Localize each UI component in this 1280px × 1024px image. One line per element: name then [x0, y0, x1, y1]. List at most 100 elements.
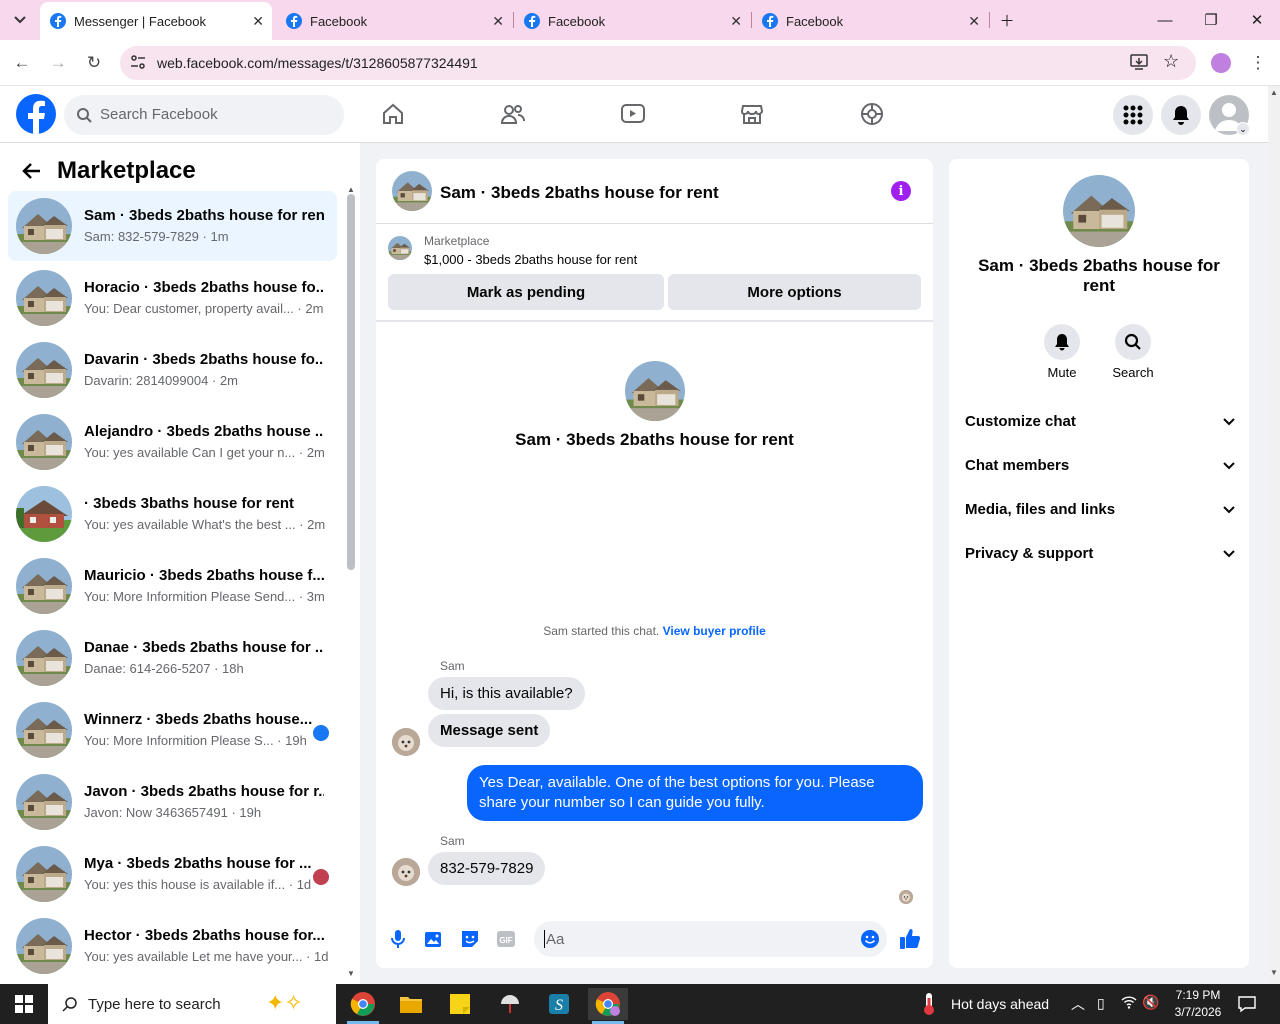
- notifications-bell-icon[interactable]: [1161, 95, 1201, 135]
- facebook-logo[interactable]: [16, 94, 56, 134]
- gif-icon[interactable]: GIF: [494, 927, 518, 951]
- message-bubble-outgoing[interactable]: Yes Dear, available. One of the best opt…: [467, 765, 923, 821]
- conversation-row[interactable]: · 3beds 3baths house for rent You: yes av…: [8, 479, 337, 549]
- close-tab-icon[interactable]: ✕: [492, 13, 504, 30]
- conversation-row[interactable]: Sam · 3beds 2baths house for rent Sam: 83…: [8, 191, 337, 261]
- notification-center-icon[interactable]: [1238, 995, 1256, 1018]
- conversation-row[interactable]: Winnerz · 3beds 2baths house... You: More…: [8, 695, 337, 765]
- page-scrollbar[interactable]: ▲ ▼: [1268, 86, 1280, 984]
- listing-thumbnail[interactable]: [388, 236, 412, 260]
- scroll-up-icon[interactable]: ▲: [1270, 88, 1278, 97]
- app-icon-shell[interactable]: [490, 988, 530, 1020]
- chat-title[interactable]: Sam · 3beds 2baths house for rent: [440, 183, 719, 203]
- site-info-icon[interactable]: [130, 54, 146, 75]
- scroll-down-icon[interactable]: ▼: [1270, 968, 1278, 977]
- reload-icon[interactable]: ↻: [82, 51, 106, 75]
- clock-date[interactable]: 3/7/2026: [1164, 1005, 1232, 1019]
- app-icon-s[interactable]: S: [539, 988, 579, 1020]
- sticky-notes-icon[interactable]: [440, 988, 480, 1020]
- chevron-up-icon[interactable]: ︿: [1071, 994, 1085, 1014]
- message-bubble-incoming[interactable]: 832-579-7829: [428, 852, 546, 885]
- home-icon[interactable]: [377, 98, 409, 130]
- weather-text[interactable]: Hot days ahead: [951, 996, 1049, 1012]
- bookmark-star-icon[interactable]: ☆: [1163, 51, 1179, 72]
- account-chevron-icon[interactable]: ⌄: [1236, 122, 1250, 136]
- scroll-down-icon[interactable]: ▼: [347, 969, 355, 978]
- taskbar-search-box[interactable]: Type here to search ✦✧: [48, 984, 336, 1024]
- close-tab-icon[interactable]: ✕: [252, 13, 264, 30]
- restore-icon[interactable]: ❐: [1188, 0, 1234, 40]
- message-bubble-incoming[interactable]: Message sent: [428, 714, 551, 747]
- attach-photo-icon[interactable]: [422, 927, 446, 951]
- conversation-row[interactable]: Horacio · 3beds 2baths house fo... You: D…: [8, 263, 337, 333]
- sticker-icon[interactable]: [458, 927, 482, 951]
- chat-members-section[interactable]: Chat members: [965, 457, 1235, 474]
- customize-chat-section[interactable]: Customize chat: [965, 413, 1235, 430]
- conversation-row[interactable]: Alejandro · 3beds 2baths house ... You: y…: [8, 407, 337, 477]
- chrome-taskbar-icon[interactable]: [343, 988, 383, 1020]
- conversation-preview: You: More Informition Please Send... · 3…: [84, 589, 325, 604]
- sender-avatar[interactable]: [392, 858, 420, 886]
- clock-time[interactable]: 7:19 PM: [1164, 988, 1232, 1002]
- windows-start-icon[interactable]: [4, 988, 44, 1020]
- privacy-support-section[interactable]: Privacy & support: [965, 545, 1235, 562]
- like-thumb-icon[interactable]: [898, 927, 922, 951]
- conversation-preview: You: Dear customer, property avail... · …: [84, 301, 324, 316]
- facebook-search-input[interactable]: Search Facebook: [64, 95, 344, 135]
- tab-messenger[interactable]: Messenger | Facebook ✕: [40, 2, 272, 40]
- back-arrow-icon[interactable]: [22, 161, 42, 186]
- message-bubble-incoming[interactable]: Hi, is this available?: [428, 677, 585, 710]
- voice-clip-icon[interactable]: [386, 927, 410, 951]
- close-window-icon[interactable]: ✕: [1234, 0, 1280, 40]
- sender-avatar[interactable]: [392, 728, 420, 756]
- minimize-icon[interactable]: —: [1142, 0, 1188, 40]
- conversation-row[interactable]: Hector · 3beds 2baths house for... You: y…: [8, 911, 337, 981]
- profile-avatar[interactable]: [1211, 53, 1231, 73]
- mark-as-pending-button[interactable]: Mark as pending: [388, 274, 664, 310]
- menu-dots-icon[interactable]: ⋮: [1246, 51, 1270, 75]
- message-input[interactable]: Aa: [534, 921, 887, 957]
- close-tab-icon[interactable]: ✕: [968, 13, 980, 30]
- volume-muted-icon[interactable]: 🔇: [1142, 994, 1159, 1011]
- marketplace-icon[interactable]: [736, 98, 768, 130]
- search-icon: [77, 108, 92, 123]
- close-tab-icon[interactable]: ✕: [730, 13, 742, 30]
- tab-facebook-3[interactable]: Facebook ✕: [752, 2, 988, 40]
- new-tab-icon[interactable]: ＋: [984, 0, 1030, 40]
- file-explorer-icon[interactable]: [391, 988, 431, 1020]
- mute-button[interactable]: [1044, 324, 1080, 360]
- list-scrollbar[interactable]: [347, 194, 355, 570]
- conversation-row[interactable]: Danae · 3beds 2baths house for ... Danae:…: [8, 623, 337, 693]
- media-files-links-section[interactable]: Media, files and links: [965, 501, 1235, 518]
- back-icon[interactable]: ←: [10, 51, 34, 75]
- info-icon[interactable]: i: [891, 181, 911, 201]
- info-avatar: [1063, 175, 1135, 247]
- wifi-icon[interactable]: [1121, 994, 1137, 1015]
- conversation-row[interactable]: Davarin · 3beds 2baths house fo... Davari…: [8, 335, 337, 405]
- url-text: web.facebook.com/messages/t/312860587732…: [157, 55, 478, 71]
- chat-avatar[interactable]: [392, 171, 432, 211]
- emoji-icon[interactable]: [860, 929, 880, 954]
- tab-facebook-2[interactable]: Facebook ✕: [514, 2, 750, 40]
- tab-facebook-1[interactable]: Facebook ✕: [276, 2, 512, 40]
- address-bar[interactable]: web.facebook.com/messages/t/312860587732…: [120, 46, 1196, 80]
- chat-panel: Sam · 3beds 2baths house for rent i Mark…: [376, 159, 933, 968]
- gaming-icon[interactable]: [856, 98, 888, 130]
- svg-text:S: S: [555, 997, 563, 1014]
- view-buyer-profile-link[interactable]: View buyer profile: [663, 624, 766, 638]
- listing-title[interactable]: $1,000 - 3beds 2baths house for rent: [424, 252, 637, 267]
- conversation-row[interactable]: Mya · 3beds 2baths house for ... You: yes…: [8, 839, 337, 909]
- more-options-button[interactable]: More options: [668, 274, 921, 310]
- forward-icon[interactable]: →: [46, 51, 70, 75]
- conversation-row[interactable]: Javon · 3beds 2baths house for r... Javon…: [8, 767, 337, 837]
- watch-video-icon[interactable]: [617, 98, 649, 130]
- chrome-profile-taskbar-icon[interactable]: [588, 988, 628, 1020]
- search-conversation-button[interactable]: [1115, 324, 1151, 360]
- conversation-row[interactable]: Mauricio · 3beds 2baths house f... You: M…: [8, 551, 337, 621]
- scroll-up-icon[interactable]: ▲: [347, 185, 355, 194]
- device-icon[interactable]: ▯: [1097, 995, 1105, 1012]
- install-app-icon[interactable]: [1130, 53, 1148, 76]
- apps-menu-icon[interactable]: [1113, 95, 1153, 135]
- friends-icon[interactable]: [497, 98, 529, 130]
- tab-search-button[interactable]: [0, 0, 40, 40]
